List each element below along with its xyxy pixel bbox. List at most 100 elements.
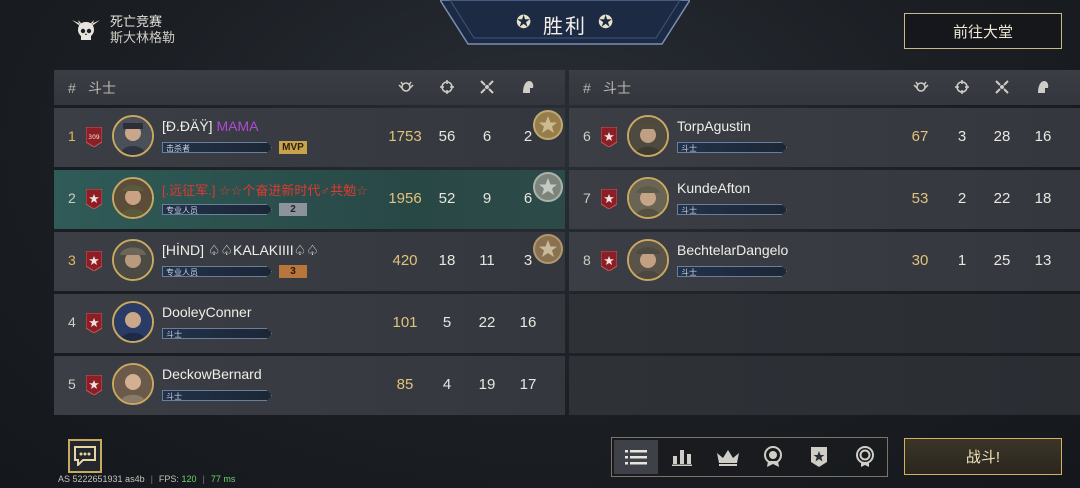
- deaths-value: 16: [519, 314, 537, 331]
- gold-medal-icon: [533, 110, 563, 140]
- player-row[interactable]: 6 TorpAgustin 斗士 67 3 28 16: [569, 108, 1080, 167]
- result-title: 胜利: [543, 16, 587, 38]
- player-name-suffix: MAMA: [216, 118, 259, 134]
- player-name[interactable]: [HİND] ♤♤KALAKIIII♤♤: [162, 242, 319, 259]
- player-avatar[interactable]: [112, 239, 154, 281]
- crosshair-icon: [955, 80, 969, 94]
- player-name[interactable]: DeckowBernard: [162, 366, 262, 382]
- fighter-column-header: 斗士: [603, 79, 631, 96]
- shield-star-icon: [811, 447, 828, 467]
- tab-rank-badge[interactable]: [797, 440, 841, 474]
- go-to-lobby-button[interactable]: 前往大堂: [904, 13, 1062, 49]
- player-row[interactable]: 8 BechtelarDangelo 斗士 30 1 25 13: [569, 232, 1080, 291]
- player-row[interactable]: 3 [HİND] ♤♤KALAKIIII♤♤ 专业人员 3 420 18 11 …: [54, 232, 565, 291]
- empty-row: [569, 356, 1080, 415]
- score-value: 53: [911, 190, 929, 207]
- rank-badge-icon: [601, 251, 617, 271]
- debug-footer: AS 5222651931 as4b | FPS: 120 | 77 ms: [58, 474, 236, 484]
- kills-value: 52: [438, 190, 456, 207]
- crown-icon: [716, 450, 739, 466]
- tab-rewards[interactable]: [751, 440, 795, 474]
- player-title-bar: 专业人员: [162, 204, 272, 215]
- death-icon: [1038, 81, 1049, 93]
- rank-number: 3: [68, 252, 76, 268]
- assists-value: 25: [993, 252, 1011, 269]
- rank-badge-icon: 309: [86, 127, 102, 147]
- rank-badge-icon: [86, 251, 102, 271]
- rank-badge-icon: [86, 375, 102, 395]
- tab-achievements[interactable]: [843, 440, 887, 474]
- rank-number: 6: [583, 128, 591, 144]
- score-value: 85: [396, 376, 414, 393]
- assist-icon: [480, 80, 494, 94]
- player-avatar[interactable]: [112, 177, 154, 219]
- tab-ranking[interactable]: [706, 440, 750, 474]
- kills-value: 1: [957, 252, 967, 269]
- player-row[interactable]: 1 309 [Đ.ĐÄŸ] MAMA 击杀者 MVP 1753 56 6 2: [54, 108, 565, 167]
- rank-number: 1: [68, 128, 76, 144]
- player-name[interactable]: BechtelarDangelo: [677, 242, 788, 258]
- assists-value: 28: [993, 128, 1011, 145]
- player-row[interactable]: 5 DeckowBernard 斗士 85 4 19 17: [54, 356, 565, 415]
- player-row[interactable]: 7 KundeAfton 斗士 53 2 22 18: [569, 170, 1080, 229]
- fight-button[interactable]: 战斗!: [904, 438, 1062, 475]
- player-avatar[interactable]: [112, 115, 154, 157]
- fighter-column-header: 斗士: [88, 79, 116, 96]
- player-avatar[interactable]: [112, 363, 154, 405]
- player-title-bar: 专业人员: [162, 266, 272, 277]
- kills-value: 3: [957, 128, 967, 145]
- rank-number: 2: [68, 190, 76, 206]
- rank-number: 7: [583, 190, 591, 206]
- ping-value: 77 ms: [210, 474, 236, 484]
- rank-column-header: #: [583, 79, 591, 96]
- silver-medal-icon: [533, 172, 563, 202]
- badge-ribbon-icon: [856, 446, 875, 467]
- player-title-bar: 斗士: [677, 204, 787, 215]
- assists-value: 22: [478, 314, 496, 331]
- score-laurel-icon: [398, 81, 414, 92]
- assists-value: 11: [479, 252, 495, 269]
- bronze-medal-icon: [533, 234, 563, 264]
- player-title-bar: 斗士: [677, 142, 787, 153]
- player-name[interactable]: TorpAgustin: [677, 118, 751, 134]
- assists-value: 19: [478, 376, 496, 393]
- death-icon: [523, 81, 534, 93]
- player-row-current[interactable]: 2 [.远征军.] ☆☆个奋进新时代♂共勉☆ 专业人员 2 1956 52 9 …: [54, 170, 565, 229]
- rank-badge-icon: [86, 313, 102, 333]
- placement-badge: 3: [279, 265, 307, 278]
- player-avatar[interactable]: [627, 177, 669, 219]
- mode-name: 死亡竞赛: [110, 14, 163, 29]
- score-value: 420: [392, 252, 418, 269]
- bar-chart-icon: [671, 450, 692, 466]
- empty-row: [569, 294, 1080, 353]
- player-name[interactable]: DooleyConner: [162, 304, 252, 320]
- team-right-scoreboard: # 斗士 6 TorpAgustin 斗士 67 3 28 16 7 Kunde…: [569, 70, 1080, 415]
- list-icon: [624, 450, 647, 465]
- deaths-value: 16: [1034, 128, 1052, 145]
- player-avatar[interactable]: [112, 301, 154, 343]
- tab-scoreboard[interactable]: [614, 440, 658, 474]
- crosshair-icon: [440, 80, 454, 94]
- placement-badge: 2: [279, 203, 307, 216]
- mvp-badge: MVP: [279, 141, 307, 154]
- player-name[interactable]: [Đ.ĐÄŸ] MAMA: [162, 118, 258, 134]
- player-title-bar: 击杀者: [162, 142, 272, 153]
- map-name: 斯大林格勒: [110, 30, 176, 45]
- player-name[interactable]: KundeAfton: [677, 180, 750, 196]
- player-avatar[interactable]: [627, 115, 669, 157]
- tab-statistics[interactable]: [660, 440, 704, 474]
- fps-value: 120: [181, 474, 197, 484]
- player-row[interactable]: 4 DooleyConner 斗士 101 5 22 16: [54, 294, 565, 353]
- rank-number: 4: [68, 314, 76, 330]
- score-laurel-icon: [913, 81, 929, 92]
- star-icon: ✪: [598, 12, 614, 32]
- chat-bubble-icon: [74, 446, 96, 466]
- deaths-value: 17: [519, 376, 537, 393]
- player-title-bar: 斗士: [677, 266, 787, 277]
- score-value: 1956: [388, 190, 422, 207]
- game-mode-info: 死亡竞赛 斯大林格勒: [70, 14, 175, 46]
- table-header: # 斗士: [54, 70, 565, 105]
- player-avatar[interactable]: [627, 239, 669, 281]
- player-name[interactable]: [.远征军.] ☆☆个奋进新时代♂共勉☆: [162, 180, 368, 199]
- chat-button[interactable]: [68, 439, 102, 473]
